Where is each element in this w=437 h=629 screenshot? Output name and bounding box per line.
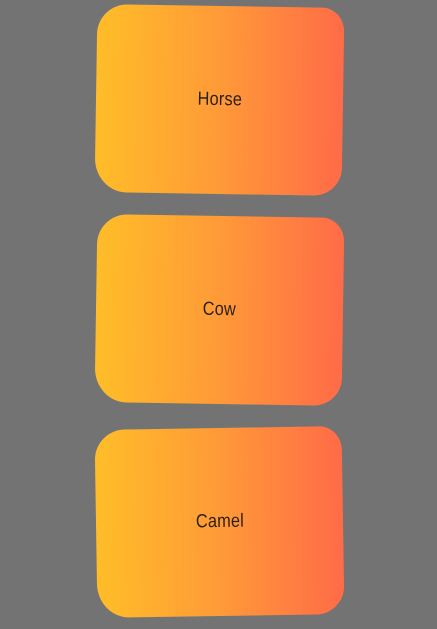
card-label: Camel (195, 510, 244, 533)
card-cow[interactable]: Cow (94, 214, 345, 406)
card-camel[interactable]: Camel (94, 426, 345, 618)
card-label: Cow (202, 298, 237, 321)
card-horse[interactable]: Horse (94, 4, 345, 196)
card-label: Horse (197, 88, 242, 111)
card-stack-screen: Horse Cow Camel (0, 0, 437, 629)
